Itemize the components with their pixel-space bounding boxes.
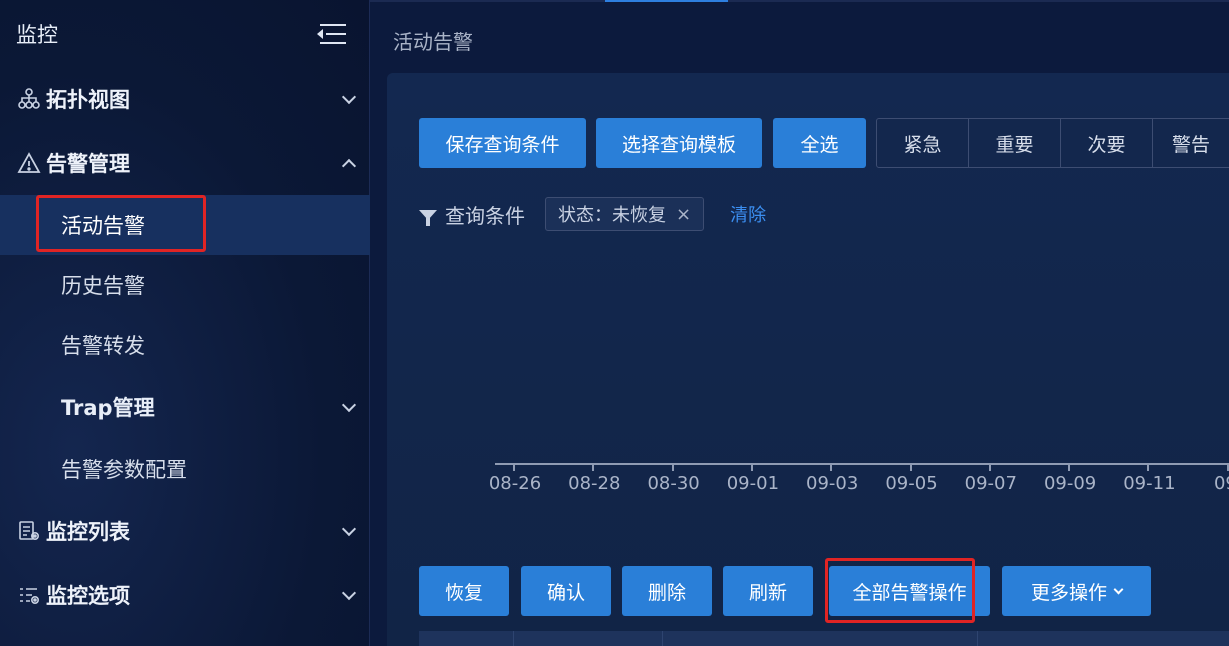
alarm-table-header	[419, 631, 1229, 646]
sidebar-group-label: 监控列表	[46, 520, 130, 544]
sidebar-group-label: 监控选项	[46, 584, 130, 608]
sidebar-group-label: 拓扑视图	[46, 88, 130, 112]
sidebar-item-label: 历史告警	[61, 274, 145, 298]
sidebar-group-topology[interactable]: 拓扑视图	[0, 69, 370, 129]
timeline-tick	[592, 463, 595, 471]
sidebar-group-monitor-options[interactable]: 监控选项	[0, 565, 370, 625]
delete-button[interactable]: 删除	[622, 566, 712, 616]
severity-major-toggle[interactable]: 重要	[968, 118, 1061, 168]
timeline-tick-label: 09-09	[1043, 473, 1097, 494]
sidebar-title: 监控	[16, 23, 58, 47]
monitor-options-icon	[16, 582, 42, 608]
sidebar: 监控 拓扑视图 告警管理 活动告警 历史告警 告警转发 Trap管理 告警参数配…	[0, 0, 370, 646]
timeline-tick-label: 09-03	[806, 473, 859, 494]
status-filter-text: 状态：未恢复	[558, 205, 666, 226]
chevron-down-icon	[342, 99, 354, 111]
filter-icon	[419, 210, 437, 226]
close-icon[interactable]: ×	[676, 204, 691, 225]
chevron-up-icon	[342, 163, 354, 175]
timeline-tick	[671, 463, 674, 471]
topology-icon	[16, 86, 42, 112]
sidebar-item-history-alarms[interactable]: 历史告警	[0, 255, 370, 315]
select-template-button[interactable]: 选择查询模板	[596, 118, 762, 168]
timeline-tick	[1068, 463, 1071, 471]
clear-filter-link[interactable]: 清除	[730, 201, 766, 227]
timeline-tick-label: 08-26	[488, 473, 542, 494]
main-content: 活动告警 保存查询条件 选择查询模板 全选 紧急 重要 次要 警告 查询条件 状…	[371, 0, 1229, 646]
sidebar-group-label: 告警管理	[46, 152, 130, 176]
sidebar-item-alarm-forwarding[interactable]: 告警转发	[0, 315, 370, 375]
sidebar-item-trap-management[interactable]: Trap管理	[0, 377, 370, 437]
timeline-tick	[1147, 463, 1150, 471]
chevron-down-icon	[342, 407, 354, 419]
highlight-box-active-alarms	[36, 195, 206, 252]
save-query-button[interactable]: 保存查询条件	[419, 118, 586, 168]
timeline-axis	[495, 463, 1229, 465]
chevron-down-icon	[342, 531, 354, 543]
alarm-panel: 保存查询条件 选择查询模板 全选 紧急 重要 次要 警告 查询条件 状态：未恢复…	[387, 73, 1229, 646]
refresh-button[interactable]: 刷新	[723, 566, 813, 616]
status-filter-tag: 状态：未恢复 ×	[545, 197, 705, 231]
timeline-tick	[513, 463, 515, 471]
sidebar-group-alarm-management[interactable]: 告警管理	[0, 133, 370, 193]
restore-button[interactable]: 恢复	[419, 566, 509, 616]
breadcrumb: 活动告警	[393, 30, 473, 54]
timeline-tick-label: 08-28	[568, 473, 621, 494]
table-column-divider	[662, 631, 663, 646]
severity-minor-toggle[interactable]: 次要	[1060, 118, 1153, 168]
more-operations-label: 更多操作	[1030, 581, 1107, 604]
sidebar-item-alarm-parameter-config[interactable]: 告警参数配置	[0, 439, 370, 499]
monitor-list-icon	[16, 518, 42, 544]
sidebar-item-label: Trap管理	[61, 396, 155, 420]
timeline-tick-label: 09-01	[726, 473, 780, 494]
severity-critical-toggle[interactable]: 紧急	[876, 118, 969, 168]
sidebar-item-label: 告警转发	[61, 334, 145, 358]
timeline-tick	[830, 463, 833, 471]
menu-collapse-icon[interactable]	[316, 20, 346, 48]
timeline-tick	[750, 463, 753, 471]
table-column-divider	[513, 631, 514, 646]
confirm-button[interactable]: 确认	[521, 566, 611, 616]
timeline-tick-label: 09-	[1213, 473, 1229, 494]
timeline-tick	[1226, 463, 1229, 471]
select-all-button[interactable]: 全选	[773, 118, 866, 168]
more-operations-button[interactable]: 更多操作	[1002, 566, 1151, 616]
chevron-down-icon	[342, 595, 354, 607]
query-condition-label: 查询条件	[445, 203, 525, 228]
timeline-tick	[909, 463, 912, 471]
chevron-down-icon	[1113, 584, 1124, 594]
highlight-box-all-alarm-ops	[825, 558, 975, 623]
sidebar-group-monitor-list[interactable]: 监控列表	[0, 501, 370, 561]
query-condition-row: 查询条件 状态：未恢复 × 清除	[419, 197, 766, 231]
timeline-tick	[988, 463, 991, 471]
timeline-tick-label: 09-11	[1123, 473, 1176, 494]
timeline-tick-label: 09-07	[964, 473, 1017, 494]
warning-icon	[16, 150, 42, 176]
sidebar-header: 监控	[0, 0, 370, 68]
table-column-divider	[977, 631, 978, 646]
timeline-tick-label: 08-30	[647, 473, 700, 494]
severity-warning-toggle[interactable]: 警告	[1152, 118, 1229, 168]
sidebar-item-label: 告警参数配置	[61, 458, 187, 482]
timeline-tick-label: 09-05	[885, 473, 938, 494]
